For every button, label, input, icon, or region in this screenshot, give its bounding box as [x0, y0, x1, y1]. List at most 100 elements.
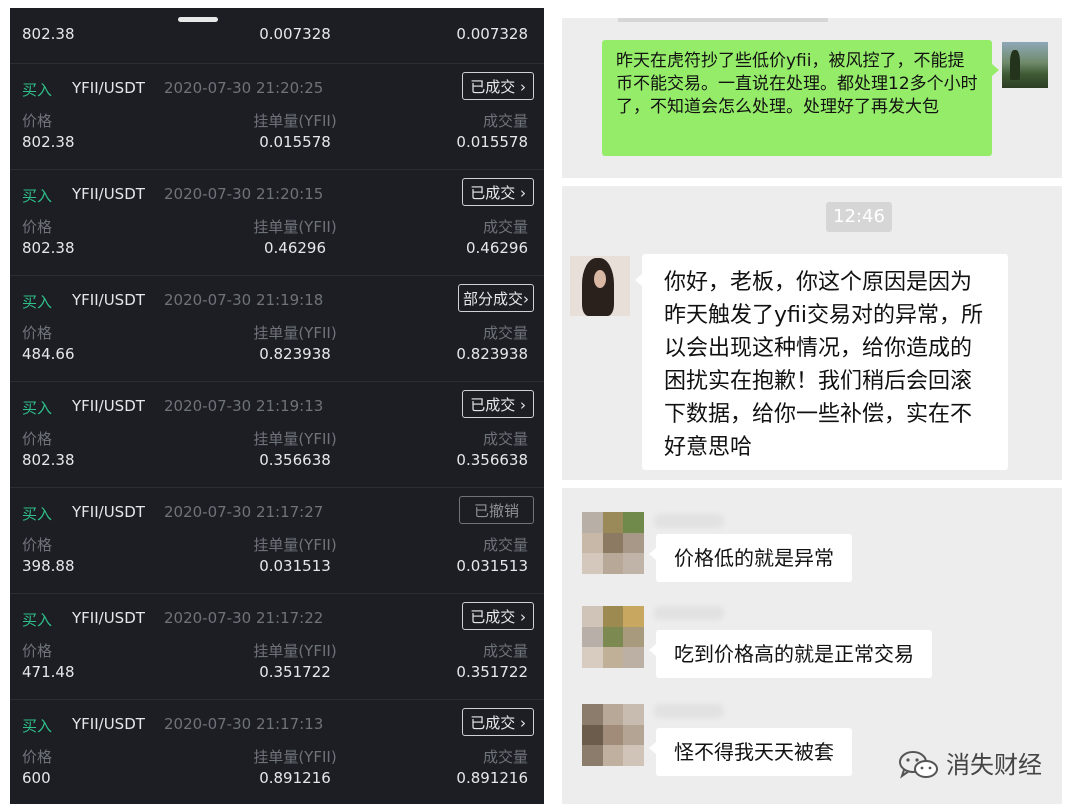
- order-price: 484.66: [22, 345, 75, 363]
- order-price: 802.38: [22, 239, 75, 257]
- order-time: 2020-07-30 21:17:13: [164, 715, 324, 733]
- amount-label: 挂单量(YFII): [253, 642, 337, 660]
- tree-icon: [1010, 50, 1020, 80]
- order-side: 买入: [22, 187, 53, 205]
- order-row: 买入 YFII/USDT 2020-07-30 21:19:13 已成交 › 价…: [10, 382, 544, 488]
- chat-panel-complaint: 昨天在虎符抄了些低价yfii，被风控了，不能提币不能交易。一直说在处理。都处理1…: [562, 18, 1062, 178]
- group-message-bubble[interactable]: 价格低的就是异常: [656, 534, 852, 582]
- avatar[interactable]: [570, 256, 630, 316]
- order-status-button[interactable]: 已成交 ›: [462, 708, 534, 736]
- amount-label: 挂单量(YFII): [253, 748, 337, 766]
- order-status-label: 已成交: [470, 184, 516, 202]
- order-filled: 0.015578: [456, 133, 528, 151]
- amount-label: 挂单量(YFII): [253, 536, 337, 554]
- price-label: 价格: [22, 536, 53, 554]
- order-amount: 0.031513: [259, 557, 331, 575]
- order-filled: 0.351722: [456, 663, 528, 681]
- order-side: 买入: [22, 399, 53, 417]
- order-side: 买入: [22, 717, 53, 735]
- order-side: 买入: [22, 505, 53, 523]
- order-time: 2020-07-30 21:17:27: [164, 503, 324, 521]
- bubble-tail: [649, 548, 656, 560]
- blurred-sender-name: [654, 606, 724, 620]
- order-pair: YFII/USDT: [72, 503, 145, 521]
- group-message-bubble[interactable]: 吃到价格高的就是正常交易: [656, 630, 932, 678]
- blurred-avatar[interactable]: [582, 704, 644, 766]
- order-status-label: 已成交: [470, 78, 516, 96]
- bubble-tail: [635, 274, 642, 286]
- filled-label: 成交量: [482, 748, 528, 766]
- amount-label: 挂单量(YFII): [253, 218, 337, 236]
- price-label: 价格: [22, 748, 53, 766]
- order-filled: 0.007328: [456, 25, 528, 43]
- order-row: 买入 YFII/USDT 2020-07-30 21:17:13 已成交 › 价…: [10, 700, 544, 804]
- order-filled: 0.031513: [456, 557, 528, 575]
- filled-label: 成交量: [482, 218, 528, 236]
- order-filled: 0.823938: [456, 345, 528, 363]
- order-filled: 0.356638: [456, 451, 528, 469]
- order-status-button[interactable]: 部分成交›: [457, 284, 534, 312]
- bubble-tail: [649, 742, 656, 754]
- filled-label: 成交量: [482, 642, 528, 660]
- price-label: 价格: [22, 112, 53, 130]
- price-label: 价格: [22, 430, 53, 448]
- order-filled: 0.46296: [465, 239, 528, 257]
- order-row: 买入 YFII/USDT 2020-07-30 21:20:25 已成交 › 价…: [10, 64, 544, 170]
- order-pair: YFII/USDT: [72, 397, 145, 415]
- price-label: 价格: [22, 324, 53, 342]
- order-pair: YFII/USDT: [72, 715, 145, 733]
- order-status-button[interactable]: 已成交 ›: [462, 72, 534, 100]
- message-timestamp: 12:46: [826, 202, 892, 232]
- order-price: 802.38: [22, 25, 75, 43]
- order-time: 2020-07-30 21:20:15: [164, 185, 324, 203]
- order-price: 471.48: [22, 663, 75, 681]
- order-status-label: 部分成交: [462, 290, 523, 308]
- filled-label: 成交量: [482, 324, 528, 342]
- bubble-tail: [992, 64, 999, 76]
- filled-label: 成交量: [482, 430, 528, 448]
- order-filled: 0.891216: [456, 769, 528, 787]
- amount-label: 挂单量(YFII): [253, 430, 337, 448]
- order-pair: YFII/USDT: [72, 291, 145, 309]
- order-row: 买入 YFII/USDT 2020-07-30 21:19:18 部分成交› 价…: [10, 276, 544, 382]
- order-status-button[interactable]: 已成交 ›: [462, 390, 534, 418]
- group-message-bubble[interactable]: 怪不得我天天被套: [656, 728, 852, 776]
- order-status-button[interactable]: 已成交 ›: [462, 178, 534, 206]
- order-side: 买入: [22, 293, 53, 311]
- bubble-tail: [649, 644, 656, 656]
- order-time: 2020-07-30 21:19:13: [164, 397, 324, 415]
- order-amount: 0.351722: [259, 663, 331, 681]
- previous-message-edge: [618, 18, 828, 22]
- order-amount: 0.015578: [259, 133, 331, 151]
- order-price: 398.88: [22, 557, 75, 575]
- avatar[interactable]: [1002, 42, 1048, 88]
- order-row: 买入 YFII/USDT 2020-07-30 21:17:27 已撤销 价格 …: [10, 488, 544, 594]
- order-pair: YFII/USDT: [72, 185, 145, 203]
- order-status-label: 已成交: [470, 714, 516, 732]
- received-message-bubble[interactable]: 你好，老板，你这个原因是因为昨天触发了yfii交易对的异常，所以会出现这种情况，…: [642, 254, 1008, 470]
- order-status-button[interactable]: 已撤销: [458, 496, 534, 524]
- avatar-face: [594, 270, 606, 288]
- blurred-sender-name: [654, 704, 724, 718]
- order-price: 802.38: [22, 451, 75, 469]
- order-row-partial: 802.38 0.007328 0.007328: [10, 8, 544, 64]
- order-row: 买入 YFII/USDT 2020-07-30 21:20:15 已成交 › 价…: [10, 170, 544, 276]
- order-amount: 0.356638: [259, 451, 331, 469]
- order-amount: 0.007328: [259, 25, 331, 43]
- chat-panel-support-reply: 12:46 你好，老板，你这个原因是因为昨天触发了yfii交易对的异常，所以会出…: [562, 186, 1062, 480]
- chevron-right-icon: ›: [523, 290, 529, 308]
- chevron-right-icon: ›: [515, 714, 526, 732]
- blurred-avatar[interactable]: [582, 512, 644, 574]
- order-time: 2020-07-30 21:17:22: [164, 609, 324, 627]
- price-label: 价格: [22, 642, 53, 660]
- order-status-label: 已撤销: [473, 502, 519, 520]
- order-amount: 0.823938: [259, 345, 331, 363]
- order-status-button[interactable]: 已成交 ›: [462, 602, 534, 630]
- blurred-avatar[interactable]: [582, 606, 644, 668]
- sent-message-bubble[interactable]: 昨天在虎符抄了些低价yfii，被风控了，不能提币不能交易。一直说在处理。都处理1…: [602, 40, 992, 156]
- order-side: 买入: [22, 611, 53, 629]
- blurred-sender-name: [654, 514, 724, 528]
- filled-label: 成交量: [482, 112, 528, 130]
- order-amount: 0.891216: [259, 769, 331, 787]
- watermark-text: 消失财经: [946, 751, 1042, 779]
